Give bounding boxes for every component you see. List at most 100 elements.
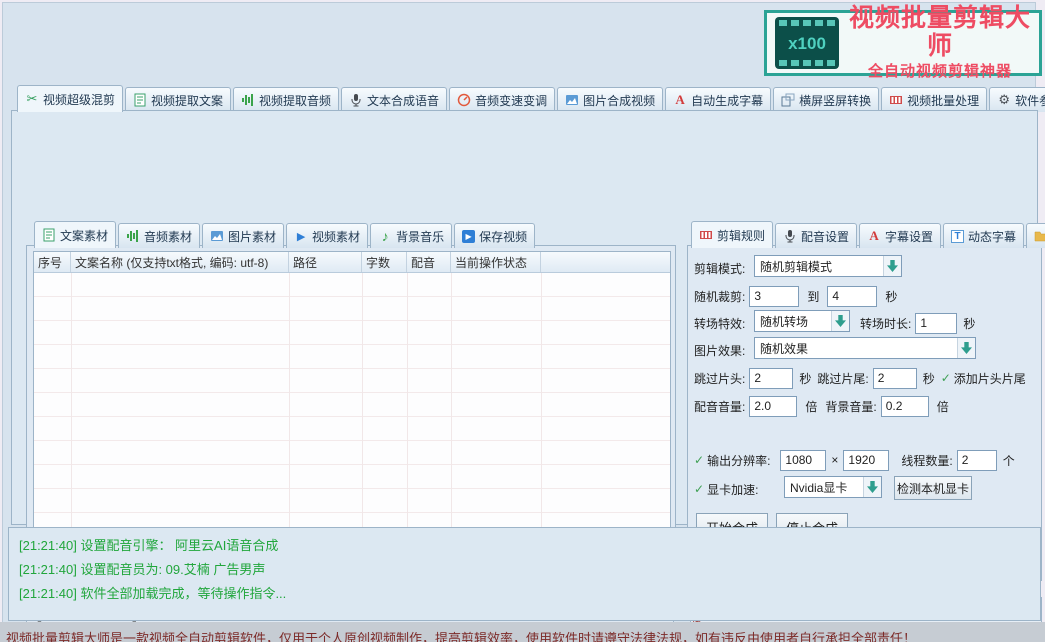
col-words[interactable]: 字数 bbox=[362, 252, 407, 272]
col-dubbing[interactable]: 配音 bbox=[407, 252, 451, 272]
check-icon: ✓ bbox=[694, 482, 704, 496]
film-icon bbox=[699, 228, 713, 242]
microphone-icon bbox=[349, 93, 363, 107]
main-content-panel: 文案素材 音频素材 图片素材 ▶ 视频素材 ♪ 背景音乐 ▶ 保存视频 bbox=[11, 110, 1038, 525]
document-icon bbox=[133, 93, 147, 107]
clip-mode-select[interactable]: 随机剪辑模式 bbox=[754, 255, 902, 277]
to-label: 到 bbox=[807, 288, 819, 305]
transition-select[interactable]: 随机转场 bbox=[754, 310, 850, 332]
subtab-audio-material[interactable]: 音频素材 bbox=[118, 223, 200, 248]
random-crop-from-input[interactable] bbox=[749, 286, 799, 307]
detect-gpu-button[interactable]: 检测本机显卡 bbox=[894, 476, 972, 500]
tab-dynamic-subtitles[interactable]: T 动态字幕 bbox=[943, 223, 1024, 248]
audio-wave-icon bbox=[241, 93, 255, 107]
document-icon bbox=[42, 228, 56, 242]
tab-screen-rotate[interactable]: 横屏竖屏转换 bbox=[773, 87, 879, 112]
image-effect-select[interactable]: 随机效果 bbox=[754, 337, 976, 359]
col-path[interactable]: 路径 bbox=[289, 252, 362, 272]
folder-icon bbox=[1034, 229, 1045, 243]
subtab-image-material[interactable]: 图片素材 bbox=[202, 223, 284, 248]
speed-dial-icon bbox=[457, 93, 471, 107]
skip-head-label: 跳过片头: bbox=[694, 370, 745, 387]
table-header-row: 序号 文案名称 (仅支持txt格式, 编码: utf-8) 路径 字数 配音 当… bbox=[34, 252, 670, 273]
seconds-label: 秒 bbox=[923, 370, 935, 387]
col-name[interactable]: 文案名称 (仅支持txt格式, 编码: utf-8) bbox=[71, 252, 289, 272]
app-title: 视频批量剪辑大师 bbox=[849, 5, 1031, 60]
log-line: [21:21:40] 软件全部加载完成，等待操作指令... bbox=[19, 582, 1030, 606]
log-line: [21:21:40] 设置配音员为: 09.艾楠 广告男声 bbox=[19, 558, 1030, 582]
random-crop-to-input[interactable] bbox=[827, 286, 877, 307]
chevron-down-icon bbox=[883, 256, 901, 276]
threads-input[interactable] bbox=[957, 450, 997, 471]
tab-material-directory[interactable]: 素材目录 bbox=[1026, 223, 1045, 248]
logo-badge-text: x100 bbox=[777, 35, 837, 52]
times-label: 倍 bbox=[805, 398, 817, 415]
text-t-icon: T bbox=[951, 230, 964, 243]
app-subtitle: 全自动视频剪辑神器 bbox=[849, 60, 1031, 81]
subtab-save-video[interactable]: ▶ 保存视频 bbox=[454, 223, 535, 248]
chevron-down-icon bbox=[831, 311, 849, 331]
col-status[interactable]: 当前操作状态 bbox=[451, 252, 541, 272]
seconds-label: 秒 bbox=[799, 370, 811, 387]
save-video-icon: ▶ bbox=[462, 230, 475, 243]
skip-tail-label: 跳过片尾: bbox=[817, 370, 868, 387]
tab-video-extract-audio[interactable]: 视频提取音频 bbox=[233, 87, 339, 112]
tab-video-super-mix[interactable]: ✂ 视频超级混剪 bbox=[17, 85, 123, 112]
bg-volume-input[interactable] bbox=[881, 396, 929, 417]
log-line: [21:21:40] 设置配音引擎： 阿里云AI语音合成 bbox=[19, 534, 1030, 558]
tab-text-to-speech[interactable]: 文本合成语音 bbox=[341, 87, 447, 112]
skip-tail-input[interactable] bbox=[873, 368, 917, 389]
skip-head-input[interactable] bbox=[749, 368, 793, 389]
subtab-background-music[interactable]: ♪ 背景音乐 bbox=[370, 223, 452, 248]
tab-image-to-video[interactable]: 图片合成视频 bbox=[557, 87, 663, 112]
resolution-height-input[interactable] bbox=[843, 450, 889, 471]
gpu-select[interactable]: Nvidia显卡 bbox=[784, 476, 882, 498]
unit-label: 个 bbox=[1003, 452, 1015, 469]
seconds-label: 秒 bbox=[885, 288, 897, 305]
tab-dubbing-settings[interactable]: 配音设置 bbox=[775, 223, 857, 248]
clip-mode-label: 剪辑模式: bbox=[694, 260, 745, 277]
tab-clip-rules[interactable]: 剪辑规则 bbox=[691, 221, 773, 248]
gear-icon: ⚙ bbox=[997, 93, 1011, 107]
dub-volume-label: 配音音量: bbox=[694, 398, 745, 415]
tab-software-settings[interactable]: ⚙ 软件参数设置 bbox=[989, 87, 1045, 112]
transition-duration-label: 转场时长: bbox=[860, 315, 911, 332]
threads-label: 线程数量: bbox=[901, 452, 952, 469]
col-filler bbox=[541, 252, 670, 272]
add-head-tail-checkbox[interactable]: ✓ 添加片头片尾 bbox=[941, 370, 1026, 387]
dub-volume-input[interactable] bbox=[749, 396, 797, 417]
subtab-copy-material[interactable]: 文案素材 bbox=[34, 221, 116, 248]
gpu-accel-checkbox[interactable]: ✓ 显卡加速: bbox=[694, 481, 758, 498]
app-logo: x100 视频批量剪辑大师 全自动视频剪辑神器 bbox=[764, 10, 1042, 76]
times-label: 倍 bbox=[937, 398, 949, 415]
disclaimer-text: 视频批量剪辑大师是一款视频全自动剪辑软件，仅用于个人原创视频制作，提高剪辑效率，… bbox=[6, 628, 1045, 642]
chevron-down-icon bbox=[863, 477, 881, 497]
scissors-icon: ✂ bbox=[25, 92, 39, 106]
output-resolution-checkbox[interactable]: ✓ 输出分辨率: bbox=[694, 452, 770, 469]
gpu-label: 显卡加速: bbox=[707, 481, 758, 498]
tab-auto-subtitles[interactable]: A 自动生成字幕 bbox=[665, 87, 771, 112]
image-icon bbox=[565, 93, 579, 107]
check-icon: ✓ bbox=[941, 371, 951, 385]
film-badge-icon: x100 bbox=[775, 17, 839, 69]
transition-duration-input[interactable] bbox=[915, 313, 957, 334]
bg-volume-label: 背景音量: bbox=[825, 398, 876, 415]
subtab-video-material[interactable]: ▶ 视频素材 bbox=[286, 223, 368, 248]
multiply-label: × bbox=[831, 453, 838, 467]
tab-subtitle-settings[interactable]: A 字幕设置 bbox=[859, 223, 941, 248]
tab-video-extract-copy[interactable]: 视频提取文案 bbox=[125, 87, 231, 112]
resolution-width-input[interactable] bbox=[780, 450, 826, 471]
resolution-label: 输出分辨率: bbox=[707, 452, 770, 469]
music-note-icon: ♪ bbox=[378, 229, 392, 243]
seconds-label: 秒 bbox=[963, 315, 975, 332]
subtitle-a-icon: A bbox=[867, 229, 881, 243]
rotate-screen-icon bbox=[781, 93, 795, 107]
material-tab-bar: 文案素材 音频素材 图片素材 ▶ 视频素材 ♪ 背景音乐 ▶ 保存视频 bbox=[34, 221, 537, 248]
app-window: x100 视频批量剪辑大师 全自动视频剪辑神器 ✂ 视频超级混剪 视频提取文案 … bbox=[2, 2, 1036, 634]
transition-label: 转场特效: bbox=[694, 315, 745, 332]
image-effect-label: 图片效果: bbox=[694, 342, 745, 359]
tab-batch-process[interactable]: 视频批量处理 bbox=[881, 87, 987, 112]
tab-audio-speed-pitch[interactable]: 音频变速变调 bbox=[449, 87, 555, 112]
copy-file-table: 序号 文案名称 (仅支持txt格式, 编码: utf-8) 路径 字数 配音 当… bbox=[33, 251, 671, 543]
col-serial[interactable]: 序号 bbox=[34, 252, 71, 272]
